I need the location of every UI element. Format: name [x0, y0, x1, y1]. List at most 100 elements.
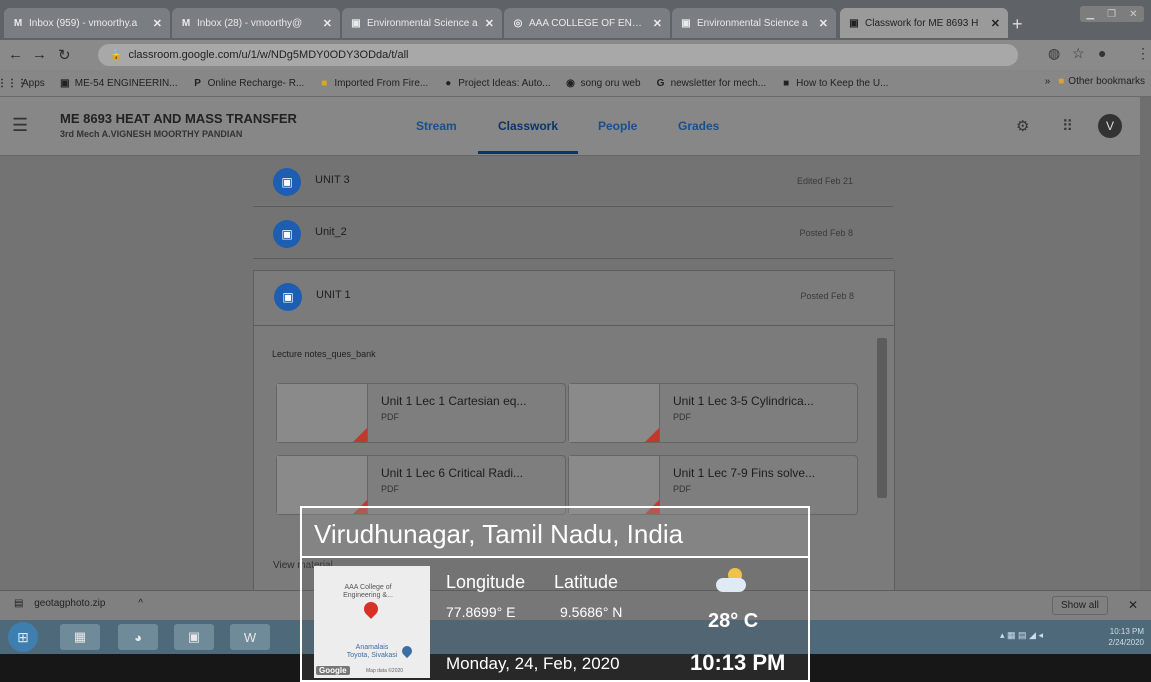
file-archive-icon: ▤: [14, 598, 24, 609]
bookmark-me54[interactable]: ▣ ME-54 ENGINEERIN...: [59, 77, 178, 89]
topic-row-unit3[interactable]: ▣ UNIT 3 Edited Feb 21: [253, 156, 893, 207]
classroom-icon: ▣: [849, 17, 859, 29]
tab-label: Inbox (28) - vmoorthy@: [197, 17, 303, 29]
material-card-1[interactable]: Unit 1 Lec 1 Cartesian eq... PDF: [276, 383, 566, 443]
tab-environmental-science-2[interactable]: ▣ Environmental Science a ✕: [672, 8, 836, 38]
star-icon[interactable]: ☆: [1072, 45, 1085, 62]
material-type: PDF: [381, 412, 399, 422]
download-filename: geotagphoto.zip: [34, 598, 106, 609]
topic-row-unit1[interactable]: ▣ UNIT 1 Posted Feb 8: [254, 271, 894, 326]
geotag-map: AAA College of Engineering &... Anamalai…: [314, 566, 430, 678]
close-icon[interactable]: ✕: [153, 17, 162, 30]
avatar[interactable]: V: [1098, 114, 1122, 138]
minimize-icon[interactable]: ▁: [1086, 9, 1094, 20]
active-tab-indicator: [478, 151, 578, 154]
bookmark-project-ideas[interactable]: ● Project Ideas: Auto...: [442, 77, 550, 89]
assignment-icon: ▣: [273, 168, 301, 196]
folder-icon: ■: [1058, 76, 1065, 87]
tab-label: Inbox (959) - vmoorthy.a: [29, 17, 138, 29]
topic-date: Edited Feb 21: [796, 176, 853, 186]
geotag-place-box: Virudhunagar, Tamil Nadu, India: [300, 506, 810, 558]
tab-classwork-nav[interactable]: Classwork: [498, 119, 558, 133]
forward-arrow-icon[interactable]: →: [32, 46, 47, 63]
system-tray[interactable]: ▴ ▦ ▤ ◢ ◂: [1000, 630, 1043, 641]
tab-classwork[interactable]: ▣ Classwork for ME 8693 H ✕: [840, 8, 1008, 38]
classroom-icon: ▣: [351, 17, 361, 29]
topic-date: Posted Feb 8: [800, 291, 854, 301]
map-label-toyota: Anamalais Toyota, Sivakasi: [346, 644, 398, 659]
tab-people[interactable]: People: [598, 119, 637, 133]
close-icon[interactable]: ✕: [653, 17, 662, 30]
bookmark-apps[interactable]: ⋮⋮⋮ Apps: [0, 77, 45, 89]
bookmark-newsletter[interactable]: G newsletter for mech...: [655, 77, 766, 89]
material-title: Unit 1 Lec 6 Critical Radi...: [381, 466, 524, 480]
close-icon[interactable]: ✕: [323, 17, 332, 30]
close-window-icon[interactable]: ✕: [1129, 9, 1137, 20]
map-pin-icon: [361, 599, 381, 619]
extension-icon[interactable]: ◍: [1048, 45, 1060, 62]
geotag-place: Virudhunagar, Tamil Nadu, India: [314, 519, 684, 549]
bookmark-how-to-keep[interactable]: ■ How to Keep the U...: [780, 77, 888, 89]
material-card-2[interactable]: Unit 1 Lec 3-5 Cylindrica... PDF: [568, 383, 858, 443]
class-title[interactable]: ME 8693 HEAT AND MASS TRANSFER: [60, 111, 297, 126]
close-icon[interactable]: ✕: [485, 17, 494, 30]
bookmark-song-oru-web[interactable]: ◉ song oru web: [565, 77, 640, 89]
show-all-button[interactable]: Show all: [1052, 596, 1108, 615]
taskbar-clock[interactable]: 10:13 PM 2/24/2020: [1080, 626, 1144, 648]
settings-gear-icon[interactable]: ⚙: [1016, 117, 1029, 135]
hamburger-menu-icon[interactable]: ☰: [12, 115, 28, 136]
other-bookmarks[interactable]: » ■ Other bookmarks: [1045, 76, 1145, 87]
class-subtitle: 3rd Mech A.VIGNESH MOORTHY PANDIAN: [60, 129, 243, 139]
tab-aaa-college[interactable]: ◎ AAA COLLEGE OF ENGIN ✕: [504, 8, 670, 38]
download-item[interactable]: ▤ geotagphoto.zip ^: [14, 598, 143, 609]
latitude-label: Latitude: [554, 572, 619, 592]
close-icon[interactable]: ✕: [819, 17, 828, 30]
tab-inbox-28[interactable]: M Inbox (28) - vmoorthy@ ✕: [172, 8, 340, 38]
paytm-icon: P: [194, 77, 201, 89]
tab-grades[interactable]: Grades: [678, 119, 719, 133]
address-bar[interactable]: 🔒 classroom.google.com/u/1/w/NDg5MDY0ODY…: [98, 44, 1018, 66]
topic-date: Posted Feb 8: [799, 228, 853, 238]
tab-inbox-959[interactable]: M Inbox (959) - vmoorthy.a ✕: [4, 8, 170, 38]
pdf-corner-icon: [645, 428, 659, 442]
bookmark-online-recharge[interactable]: P Online Recharge- R...: [192, 77, 304, 89]
tab-environmental-science-1[interactable]: ▣ Environmental Science a ✕: [342, 8, 502, 38]
site-icon: ●: [445, 77, 452, 89]
chrome-taskbar-icon[interactable]: ◕: [118, 624, 158, 650]
apps-grid-icon: ⋮⋮⋮: [0, 77, 27, 89]
lock-icon: 🔒: [110, 49, 123, 61]
college-icon: ◎: [513, 17, 523, 29]
topic-name: Unit_2: [315, 226, 347, 238]
apps-grid-icon[interactable]: ⠿: [1062, 117, 1073, 135]
new-tab-button[interactable]: +: [1012, 14, 1023, 35]
longitude-value: 77.8699° E: [446, 604, 516, 620]
topic-row-unit2[interactable]: ▣ Unit_2 Posted Feb 8: [253, 208, 893, 259]
bookmark-imported[interactable]: ■ Imported From Fire...: [318, 77, 428, 89]
geotag-time: 10:13 PM: [690, 650, 786, 675]
assignment-icon: ▣: [273, 220, 301, 248]
weather-moon-cloud-icon: [712, 568, 752, 596]
close-icon[interactable]: ✕: [991, 17, 1000, 30]
temperature: 28° C: [708, 610, 759, 632]
windows-start-icon[interactable]: ⊞: [8, 622, 38, 652]
chevron-double-right-icon[interactable]: »: [1045, 76, 1051, 87]
geotag-info-box: AAA College of Engineering &... Anamalai…: [300, 558, 810, 682]
tab-stream[interactable]: Stream: [416, 119, 457, 133]
word-taskbar-icon[interactable]: W: [230, 624, 270, 650]
material-title: Unit 1 Lec 1 Cartesian eq...: [381, 394, 527, 408]
explorer-taskbar-icon[interactable]: ▦: [60, 624, 100, 650]
map-data-credit: Map data ©2020: [366, 668, 404, 674]
site-icon: ■: [783, 77, 790, 89]
window-taskbar-icon[interactable]: ▣: [174, 624, 214, 650]
tab-strip: M Inbox (959) - vmoorthy.a ✕ M Inbox (28…: [0, 0, 1151, 40]
back-arrow-icon[interactable]: ←: [8, 46, 23, 63]
bookmark-site-icon: ▣: [60, 77, 70, 89]
profile-icon[interactable]: ●: [1098, 45, 1106, 61]
maximize-icon[interactable]: ❐: [1107, 9, 1116, 20]
close-icon[interactable]: ✕: [1128, 598, 1138, 612]
chevron-up-icon[interactable]: ^: [138, 598, 143, 609]
reload-icon[interactable]: ↻: [58, 46, 71, 64]
menu-dots-icon[interactable]: ⋮: [1136, 45, 1150, 62]
scrollbar[interactable]: [877, 338, 887, 498]
pdf-thumbnail: [277, 384, 368, 442]
